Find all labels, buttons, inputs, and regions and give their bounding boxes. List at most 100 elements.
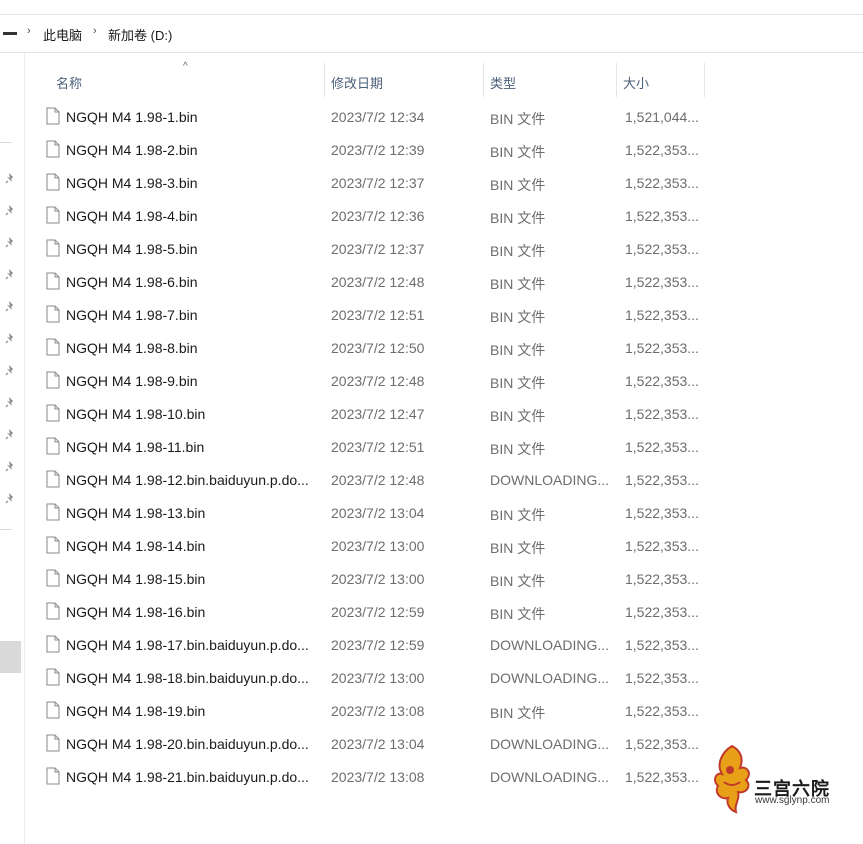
file-row[interactable]: NGQH M4 1.98-9.bin 2023/7/2 12:48 BIN 文件 1,… bbox=[38, 365, 710, 398]
nav-selected-item[interactable] bbox=[0, 641, 21, 673]
watermark-url: www.sglynp.com bbox=[755, 795, 830, 806]
file-date: 2023/7/2 12:48 bbox=[331, 373, 425, 389]
blank-file-icon bbox=[46, 569, 60, 587]
file-date: 2023/7/2 12:48 bbox=[331, 472, 425, 488]
file-name: NGQH M4 1.98-9.bin bbox=[66, 373, 198, 389]
breadcrumb-this-pc[interactable]: 此电脑 bbox=[43, 25, 82, 44]
column-header-type[interactable]: 类型 bbox=[484, 53, 616, 97]
file-date: 2023/7/2 12:48 bbox=[331, 274, 425, 290]
file-type: DOWNLOADING... bbox=[490, 637, 610, 653]
file-type: BIN 文件 bbox=[490, 408, 546, 424]
window-top-strip bbox=[0, 0, 863, 15]
column-divider[interactable] bbox=[704, 63, 705, 97]
file-row[interactable]: NGQH M4 1.98-19.bin 2023/7/2 13:08 BIN 文件 1… bbox=[38, 695, 710, 728]
pin-icon[interactable] bbox=[5, 332, 17, 344]
column-header-size[interactable]: 大小 bbox=[617, 53, 704, 97]
file-date: 2023/7/2 12:59 bbox=[331, 637, 425, 653]
file-size: 1,522,353... bbox=[625, 670, 699, 686]
pin-icon[interactable] bbox=[5, 460, 17, 472]
file-type: BIN 文件 bbox=[490, 144, 546, 160]
file-row[interactable]: NGQH M4 1.98-7.bin 2023/7/2 12:51 BIN 文件 1,… bbox=[38, 299, 710, 332]
pin-icon[interactable] bbox=[5, 300, 17, 312]
column-header-date[interactable]: 修改日期 bbox=[325, 53, 483, 97]
file-name: NGQH M4 1.98-17.bin.baiduyun.p.do... bbox=[66, 637, 309, 653]
pin-icon[interactable] bbox=[5, 268, 17, 280]
pin-icon[interactable] bbox=[5, 236, 17, 248]
file-size: 1,522,353... bbox=[625, 175, 699, 191]
pin-icon[interactable] bbox=[5, 172, 17, 184]
file-row[interactable]: NGQH M4 1.98-1.bin 2023/7/2 12:34 BIN 文件 1,… bbox=[38, 101, 710, 134]
file-row[interactable]: NGQH M4 1.98-3.bin 2023/7/2 12:37 BIN 文件 1,… bbox=[38, 167, 710, 200]
file-row[interactable]: NGQH M4 1.98-10.bin 2023/7/2 12:47 BIN 文件 1… bbox=[38, 398, 710, 431]
pin-icon[interactable] bbox=[5, 396, 17, 408]
file-name: NGQH M4 1.98-13.bin bbox=[66, 505, 206, 521]
pin-icon[interactable] bbox=[5, 492, 17, 504]
pin-icon[interactable] bbox=[5, 364, 17, 376]
pin-icon[interactable] bbox=[5, 428, 17, 440]
file-date: 2023/7/2 12:34 bbox=[331, 109, 425, 125]
file-row[interactable]: NGQH M4 1.98-20.bin.baiduyun.p.do... 2023… bbox=[38, 728, 710, 761]
blank-file-icon bbox=[46, 437, 60, 455]
file-row[interactable]: NGQH M4 1.98-6.bin 2023/7/2 12:48 BIN 文件 1,… bbox=[38, 266, 710, 299]
file-size: 1,522,353... bbox=[625, 505, 699, 521]
file-row[interactable]: NGQH M4 1.98-16.bin 2023/7/2 12:59 BIN 文件 1… bbox=[38, 596, 710, 629]
file-name: NGQH M4 1.98-15.bin bbox=[66, 571, 206, 587]
pin-icon[interactable] bbox=[5, 204, 17, 216]
file-size: 1,521,044... bbox=[625, 109, 699, 125]
blank-file-icon bbox=[46, 371, 60, 389]
file-row[interactable]: NGQH M4 1.98-17.bin.baiduyun.p.do... 2023… bbox=[38, 629, 710, 662]
file-date: 2023/7/2 12:51 bbox=[331, 307, 425, 323]
file-row[interactable]: NGQH M4 1.98-21.bin.baiduyun.p.do... 2023… bbox=[38, 761, 710, 794]
file-date: 2023/7/2 12:51 bbox=[331, 439, 425, 455]
blank-file-icon bbox=[46, 206, 60, 224]
file-name: NGQH M4 1.98-19.bin bbox=[66, 703, 206, 719]
file-row[interactable]: NGQH M4 1.98-5.bin 2023/7/2 12:37 BIN 文件 1,… bbox=[38, 233, 710, 266]
file-size: 1,522,353... bbox=[625, 241, 699, 257]
breadcrumb-drive-d[interactable]: 新加卷 (D:) bbox=[108, 25, 172, 44]
file-date: 2023/7/2 12:50 bbox=[331, 340, 425, 356]
file-type: DOWNLOADING... bbox=[490, 670, 610, 686]
blank-file-icon bbox=[46, 536, 60, 554]
file-type: BIN 文件 bbox=[490, 375, 546, 391]
file-name: NGQH M4 1.98-7.bin bbox=[66, 307, 198, 323]
file-name: NGQH M4 1.98-14.bin bbox=[66, 538, 206, 554]
file-row[interactable]: NGQH M4 1.98-2.bin 2023/7/2 12:39 BIN 文件 1,… bbox=[38, 134, 710, 167]
blank-file-icon bbox=[46, 272, 60, 290]
file-name: NGQH M4 1.98-2.bin bbox=[66, 142, 198, 158]
file-name: NGQH M4 1.98-6.bin bbox=[66, 274, 198, 290]
file-date: 2023/7/2 13:04 bbox=[331, 736, 425, 752]
file-type: DOWNLOADING... bbox=[490, 769, 610, 785]
file-date: 2023/7/2 12:36 bbox=[331, 208, 425, 224]
file-date: 2023/7/2 13:08 bbox=[331, 703, 425, 719]
chevron-right-icon[interactable]: › bbox=[93, 25, 97, 37]
file-row[interactable]: NGQH M4 1.98-11.bin 2023/7/2 12:51 BIN 文件 1… bbox=[38, 431, 710, 464]
file-date: 2023/7/2 12:47 bbox=[331, 406, 425, 422]
file-row[interactable]: NGQH M4 1.98-18.bin.baiduyun.p.do... 2023… bbox=[38, 662, 710, 695]
file-size: 1,522,353... bbox=[625, 373, 699, 389]
blank-file-icon bbox=[46, 635, 60, 653]
file-row[interactable]: NGQH M4 1.98-15.bin 2023/7/2 13:00 BIN 文件 1… bbox=[38, 563, 710, 596]
file-name: NGQH M4 1.98-4.bin bbox=[66, 208, 198, 224]
file-row[interactable]: NGQH M4 1.98-8.bin 2023/7/2 12:50 BIN 文件 1,… bbox=[38, 332, 710, 365]
file-name: NGQH M4 1.98-10.bin bbox=[66, 406, 206, 422]
chevron-right-icon[interactable]: › bbox=[27, 25, 31, 37]
file-name: NGQH M4 1.98-3.bin bbox=[66, 175, 198, 191]
blank-file-icon bbox=[46, 107, 60, 125]
file-size: 1,522,353... bbox=[625, 637, 699, 653]
blank-file-icon bbox=[46, 602, 60, 620]
file-row[interactable]: NGQH M4 1.98-14.bin 2023/7/2 13:00 BIN 文件 1… bbox=[38, 530, 710, 563]
blank-file-icon bbox=[46, 338, 60, 356]
file-type: BIN 文件 bbox=[490, 276, 546, 292]
file-row[interactable]: NGQH M4 1.98-12.bin.baiduyun.p.do... 2023… bbox=[38, 464, 710, 497]
column-header-name[interactable]: 名称 bbox=[46, 53, 324, 97]
file-type: BIN 文件 bbox=[490, 309, 546, 325]
file-date: 2023/7/2 13:08 bbox=[331, 769, 425, 785]
column-header-bar: ^ 名称 修改日期 类型 大小 bbox=[25, 53, 863, 97]
file-date: 2023/7/2 13:00 bbox=[331, 538, 425, 554]
file-row[interactable]: NGQH M4 1.98-13.bin 2023/7/2 13:04 BIN 文件 1… bbox=[38, 497, 710, 530]
file-size: 1,522,353... bbox=[625, 538, 699, 554]
navigation-pane[interactable] bbox=[0, 53, 25, 844]
address-bar[interactable]: › 此电脑 › 新加卷 (D:) bbox=[0, 15, 863, 53]
file-size: 1,522,353... bbox=[625, 142, 699, 158]
file-row[interactable]: NGQH M4 1.98-4.bin 2023/7/2 12:36 BIN 文件 1,… bbox=[38, 200, 710, 233]
